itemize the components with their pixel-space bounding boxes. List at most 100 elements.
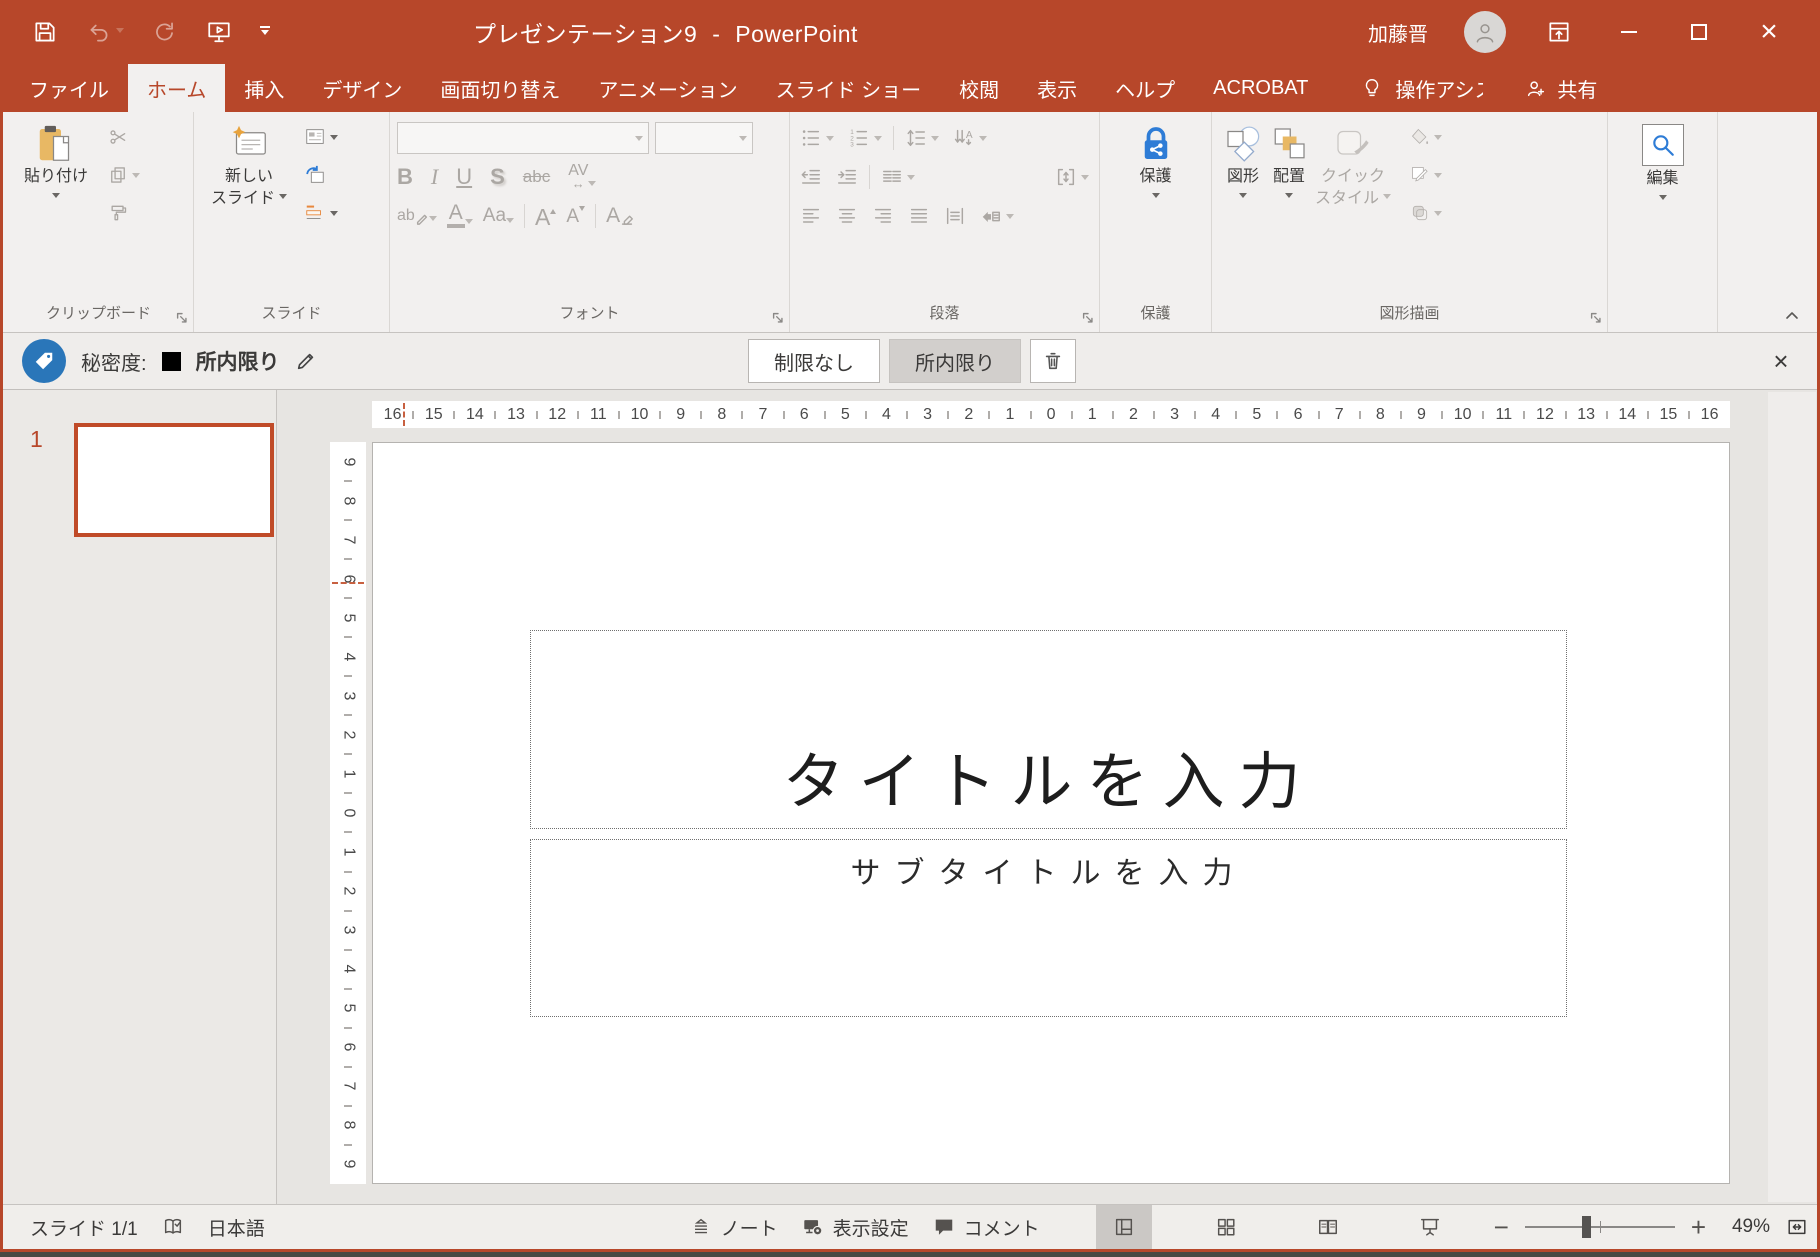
new-slide-button[interactable]: 新しい スライド [197, 116, 301, 302]
view-normal-button[interactable] [1096, 1205, 1152, 1249]
title-placeholder[interactable]: タイトルを入力 [530, 630, 1567, 829]
zoom-in-button[interactable]: + [1691, 1214, 1706, 1240]
zoom-slider-thumb[interactable] [1582, 1216, 1591, 1238]
display-settings-button[interactable]: 表示設定 [790, 1205, 921, 1249]
start-from-beginning-button[interactable] [206, 19, 232, 45]
paragraph-dialog-launcher[interactable] [1081, 311, 1095, 325]
tab-file[interactable]: ファイル [10, 64, 128, 112]
avatar[interactable] [1464, 11, 1506, 53]
highlight-button[interactable]: ab [397, 207, 437, 225]
edit-button[interactable]: 編集 [1642, 116, 1684, 302]
layout-button[interactable] [301, 124, 341, 150]
increase-indent-button[interactable] [833, 164, 861, 190]
numbering-button[interactable]: 123 [845, 125, 885, 151]
reset-slide-button[interactable] [301, 162, 341, 188]
notes-button[interactable]: ノート [678, 1205, 790, 1249]
slide-canvas[interactable]: タイトルを入力 サブタイトルを入力 [372, 442, 1730, 1184]
minimize-button[interactable] [1612, 12, 1646, 52]
sensitivity-unrestricted-button[interactable]: 制限なし [748, 339, 880, 383]
align-left-button[interactable] [797, 203, 825, 229]
share-button[interactable]: 共有 [1525, 64, 1597, 112]
bold-button[interactable]: B [397, 164, 413, 190]
protect-button[interactable]: 保護 [1136, 116, 1176, 302]
copy-button[interactable] [105, 162, 143, 188]
shapes-button[interactable]: 図形 [1223, 116, 1263, 302]
subtitle-placeholder[interactable]: サブタイトルを入力 [530, 839, 1567, 1017]
drawing-dialog-launcher[interactable] [1589, 311, 1603, 325]
text-direction-button[interactable]: A [950, 125, 990, 151]
tab-help[interactable]: ヘルプ [1096, 64, 1194, 112]
align-center-button[interactable] [833, 203, 861, 229]
tab-home[interactable]: ホーム [128, 64, 225, 112]
zoom-percentage[interactable]: 49% [1722, 1216, 1770, 1238]
tab-insert[interactable]: 挿入 [225, 64, 303, 112]
format-painter-button[interactable] [105, 200, 143, 226]
delete-label-button[interactable] [1030, 339, 1076, 383]
vertical-scrollbar[interactable] [1768, 392, 1816, 1202]
zoom-slider[interactable] [1525, 1226, 1675, 1228]
underline-button[interactable]: U [456, 164, 472, 190]
account-name[interactable]: 加藤晋 [1368, 18, 1428, 47]
clear-formatting-button[interactable]: A [606, 207, 634, 225]
character-spacing-button[interactable]: AV↔ [568, 164, 596, 190]
font-size-combobox[interactable] [655, 122, 753, 154]
undo-button[interactable] [86, 19, 124, 45]
font-color-button[interactable]: A [447, 204, 473, 228]
convert-smartart-button[interactable] [977, 203, 1017, 229]
shape-effects-button[interactable] [1407, 200, 1445, 226]
maximize-button[interactable] [1682, 12, 1716, 52]
font-name-combobox[interactable] [397, 122, 649, 154]
decrease-indent-button[interactable] [797, 164, 825, 190]
justify-button[interactable] [905, 203, 933, 229]
edit-sensitivity-button[interactable] [295, 350, 317, 372]
italic-button[interactable]: I [431, 164, 438, 190]
strikethrough-button[interactable]: abc [523, 167, 550, 187]
shrink-font-button[interactable]: A [566, 206, 585, 226]
horizontal-ruler[interactable]: 1615141312111098765432101234567891011121… [372, 401, 1730, 428]
redo-button[interactable] [152, 19, 178, 45]
tab-acrobat[interactable]: ACROBAT [1194, 64, 1327, 112]
tab-slideshow[interactable]: スライド ショー [757, 64, 941, 112]
font-dialog-launcher[interactable] [771, 311, 785, 325]
slide-count[interactable]: スライド 1/1 [18, 1205, 150, 1249]
slide-thumbnail[interactable] [74, 423, 274, 537]
distribute-button[interactable] [941, 203, 969, 229]
tab-animations[interactable]: アニメーション [579, 64, 756, 112]
close-sensitivity-bar-button[interactable]: × [1766, 346, 1796, 376]
cut-button[interactable] [105, 124, 143, 150]
view-slideshow-button[interactable] [1402, 1205, 1458, 1249]
align-right-button[interactable] [869, 203, 897, 229]
grow-font-button[interactable]: A [535, 206, 556, 226]
tab-review[interactable]: 校閲 [940, 64, 1018, 112]
view-slide-sorter-button[interactable] [1198, 1205, 1254, 1249]
quick-styles-button[interactable]: クイック スタイル [1315, 116, 1391, 302]
language-status[interactable]: 日本語 [196, 1205, 277, 1249]
close-button[interactable]: × [1752, 12, 1786, 52]
section-button[interactable] [301, 200, 341, 226]
vertical-ruler[interactable]: 9876543210123456789 [330, 442, 366, 1184]
bullets-button[interactable] [797, 125, 837, 151]
shape-fill-button[interactable] [1407, 124, 1445, 150]
line-spacing-button[interactable] [902, 125, 942, 151]
change-case-button[interactable]: Aa [483, 205, 514, 227]
arrange-button[interactable]: 配置 [1269, 116, 1309, 302]
tab-transitions[interactable]: 画面切り替え [421, 64, 579, 112]
view-reading-button[interactable] [1300, 1205, 1356, 1249]
save-button[interactable] [32, 19, 58, 45]
clipboard-dialog-launcher[interactable] [175, 311, 189, 325]
comments-button[interactable]: コメント [921, 1205, 1052, 1249]
text-shadow-button[interactable]: S [490, 164, 505, 190]
columns-button[interactable] [878, 164, 918, 190]
tab-view[interactable]: 表示 [1018, 64, 1096, 112]
ribbon-display-options-button[interactable] [1542, 12, 1576, 52]
proofing-button[interactable] [150, 1205, 196, 1249]
fit-to-window-button[interactable] [1786, 1216, 1808, 1238]
shape-outline-button[interactable] [1407, 162, 1445, 188]
customize-qat-button[interactable] [260, 26, 270, 39]
tell-me-control[interactable]: 操作アシスト [1361, 64, 1483, 112]
sensitivity-internal-button[interactable]: 所内限り [889, 339, 1021, 383]
collapse-ribbon-button[interactable] [1784, 308, 1800, 324]
tab-design[interactable]: デザイン [303, 64, 421, 112]
paste-button[interactable]: 貼り付け [7, 116, 105, 302]
zoom-out-button[interactable]: − [1494, 1214, 1509, 1240]
